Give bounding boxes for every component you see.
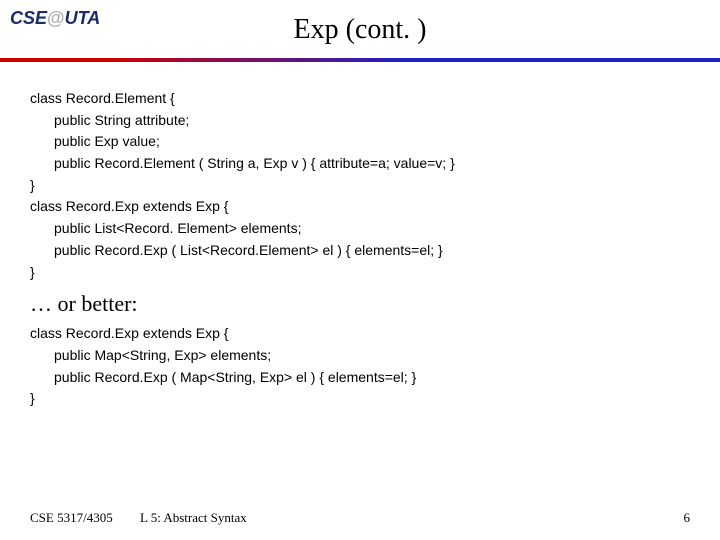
code-line: class Record.Exp extends Exp { bbox=[30, 196, 690, 218]
footer-topic: L 5: Abstract Syntax bbox=[140, 510, 247, 526]
or-better-text: … or better: bbox=[30, 283, 690, 323]
code-line: public Record.Exp ( List<Record.Element>… bbox=[30, 240, 690, 262]
slide-header: CSE@UTA Exp (cont. ) bbox=[0, 0, 720, 70]
code-line: } bbox=[30, 388, 690, 410]
code-line: public String attribute; bbox=[30, 110, 690, 132]
page-title: Exp (cont. ) bbox=[0, 0, 720, 46]
divider bbox=[0, 58, 720, 62]
code-line: public List<Record. Element> elements; bbox=[30, 218, 690, 240]
logo-left: CSE bbox=[10, 8, 47, 28]
code-line: public Record.Element ( String a, Exp v … bbox=[30, 153, 690, 175]
code-line: public Record.Exp ( Map<String, Exp> el … bbox=[30, 367, 690, 389]
code-line: public Exp value; bbox=[30, 131, 690, 153]
logo-right: UTA bbox=[65, 8, 101, 28]
code-line: } bbox=[30, 175, 690, 197]
logo: CSE@UTA bbox=[10, 8, 100, 29]
code-line: public Map<String, Exp> elements; bbox=[30, 345, 690, 367]
footer-course: CSE 5317/4305 bbox=[30, 510, 113, 526]
code-line: } bbox=[30, 262, 690, 284]
slide-body: class Record.Element { public String att… bbox=[0, 70, 720, 410]
footer-page-number: 6 bbox=[684, 510, 691, 526]
code-line: class Record.Element { bbox=[30, 88, 690, 110]
logo-at: @ bbox=[47, 8, 65, 28]
code-line: class Record.Exp extends Exp { bbox=[30, 323, 690, 345]
